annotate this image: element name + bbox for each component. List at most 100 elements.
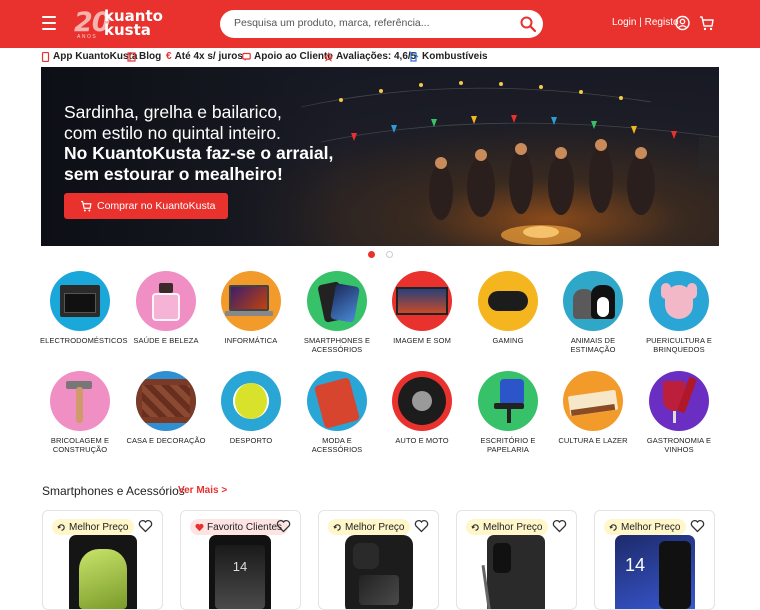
hero-banner[interactable]: Sardinha, grelha e bailarico, com estilo… — [41, 67, 719, 246]
heart-icon[interactable] — [690, 519, 705, 533]
category-bricolagem[interactable]: BRICOLAGEM E CONSTRUÇÃO — [40, 371, 120, 454]
category-label: BRICOLAGEM E CONSTRUÇÃO — [50, 436, 110, 454]
nav-fuel-label: Kombustíveis — [422, 51, 488, 62]
login-register-link[interactable]: Login | Registo — [612, 17, 679, 28]
heart-filled-icon — [195, 523, 204, 531]
nav-blog[interactable]: Blog — [127, 51, 161, 62]
product-card[interactable]: Melhor Preço — [456, 510, 577, 610]
pets-icon — [563, 271, 623, 331]
heart-icon[interactable] — [414, 519, 429, 533]
tennis-ball-icon — [221, 371, 281, 431]
heart-icon[interactable] — [138, 519, 153, 533]
category-gastronomia[interactable]: GASTRONOMIA E VINHOS — [639, 371, 719, 454]
best-price-badge: Melhor Preço — [328, 519, 411, 535]
category-smartphones[interactable]: SMARTPHONES E ACESSÓRIOS — [297, 271, 377, 354]
badge-label: Melhor Preço — [483, 521, 543, 533]
fuel-icon — [410, 51, 419, 62]
category-puericultura[interactable]: PUERICULTURA E BRINQUEDOS — [639, 271, 719, 354]
banner-line-2: com estilo no quintal inteiro. — [64, 123, 281, 143]
book-open-icon — [563, 371, 623, 431]
category-informatica[interactable]: INFORMÁTICA — [211, 271, 291, 345]
category-label: ESCRITÓRIO E PAPELARIA — [480, 436, 536, 454]
heart-icon[interactable] — [276, 519, 291, 533]
carousel-dot[interactable] — [386, 251, 393, 258]
nav-reviews[interactable]: Avaliações: 4,6/5 — [324, 51, 416, 62]
nav-blog-label: Blog — [139, 51, 162, 62]
nav-installments-label: Até 4x s/ juros — [174, 51, 243, 62]
nav-app[interactable]: App KuantoKusta — [41, 51, 137, 62]
search-bar[interactable]: Pesquisa um produto, marca, referência..… — [220, 10, 543, 38]
product-card[interactable]: Favorito Clientes 14 — [180, 510, 301, 610]
plush-icon — [649, 271, 709, 331]
banner-line-1: Sardinha, grelha e bailarico, — [64, 102, 282, 122]
category-animais[interactable]: ANIMAIS DE ESTIMAÇÃO — [553, 271, 633, 354]
cart-icon[interactable] — [699, 15, 714, 31]
product-card[interactable]: Melhor Preço — [42, 510, 163, 610]
category-escritorio[interactable]: ESCRITÓRIO E PAPELARIA — [468, 371, 548, 454]
phone-icon — [41, 51, 50, 62]
office-chair-icon — [478, 371, 538, 431]
category-label: AUTO E MOTO — [395, 436, 449, 445]
heart-icon[interactable] — [552, 519, 567, 533]
refresh-icon — [57, 523, 65, 531]
star-icon — [324, 51, 333, 62]
furniture-icon — [136, 371, 196, 431]
book-icon — [127, 51, 136, 62]
category-label: INFORMÁTICA — [224, 336, 278, 345]
category-label: PUERICULTURA E BRINQUEDOS — [646, 336, 712, 354]
see-more-link[interactable]: Ver Mais > — [178, 485, 227, 496]
category-gaming[interactable]: GAMING — [468, 271, 548, 345]
category-auto[interactable]: AUTO E MOTO — [382, 371, 462, 445]
product-card[interactable]: Melhor Preço — [318, 510, 439, 610]
user-icon[interactable] — [675, 15, 690, 31]
section-title: Smartphones e Acessórios — [42, 484, 185, 498]
category-imagem-som[interactable]: IMAGEM E SOM — [382, 271, 462, 345]
badge-label: Favorito Clientes — [207, 521, 283, 533]
category-moda[interactable]: MODA E ACESSÓRIOS — [297, 371, 377, 454]
category-label: SAÚDE E BELEZA — [133, 336, 199, 345]
carousel-dot-active[interactable] — [368, 251, 375, 258]
nav-fuel[interactable]: Kombustíveis — [410, 51, 488, 62]
wine-icon — [649, 371, 709, 431]
category-saude-beleza[interactable]: SAÚDE E BELEZA — [126, 271, 206, 345]
refresh-icon — [333, 523, 341, 531]
search-input[interactable]: Pesquisa um produto, marca, referência..… — [234, 17, 430, 29]
kuantokusta-logo[interactable]: 20 ANOS kuanto kusta — [74, 7, 164, 40]
search-icon[interactable] — [519, 15, 537, 33]
category-label: DESPORTO — [229, 436, 273, 445]
oven-icon — [50, 271, 110, 331]
best-price-badge: Melhor Preço — [52, 519, 135, 535]
logo-text-2: kusta — [104, 21, 151, 39]
product-card[interactable]: Melhor Preço 14 — [594, 510, 715, 610]
product-image — [69, 535, 137, 609]
badge-label: Melhor Preço — [345, 521, 405, 533]
category-label: GASTRONOMIA E VINHOS — [646, 436, 712, 454]
nav-app-label: App KuantoKusta — [53, 51, 138, 62]
gamepad-icon — [478, 271, 538, 331]
category-cultura[interactable]: CULTURA E LAZER — [553, 371, 633, 445]
banner-cta-button[interactable]: Comprar no KuantoKusta — [64, 193, 228, 219]
badge-label: Melhor Preço — [69, 521, 129, 533]
banner-cta-label: Comprar no KuantoKusta — [97, 200, 216, 212]
top-header: 20 ANOS kuanto kusta Pesquisa um produto… — [0, 0, 760, 48]
category-desporto[interactable]: DESPORTO — [211, 371, 291, 445]
best-price-badge: Melhor Preço — [466, 519, 549, 535]
smartphone-icon — [307, 271, 367, 331]
category-label: MODA E ACESSÓRIOS — [311, 436, 363, 454]
tire-icon — [392, 371, 452, 431]
badge-label: Melhor Preço — [621, 521, 681, 533]
nav-support[interactable]: Apoio ao Cliente — [242, 51, 333, 62]
phone-clock: 14 — [624, 555, 646, 575]
logo-anos: ANOS — [77, 34, 98, 40]
category-electrodomesticos[interactable]: ELECTRODOMÉSTICOS — [40, 271, 127, 345]
category-casa[interactable]: CASA E DECORAÇÃO — [126, 371, 206, 445]
best-price-badge: Melhor Preço — [604, 519, 687, 535]
nav-support-label: Apoio ao Cliente — [254, 51, 333, 62]
phone-clock: 14 — [232, 559, 248, 574]
banner-line-4: sem estourar o mealheiro! — [64, 164, 283, 184]
product-image — [345, 535, 413, 609]
product-image: 14 — [615, 535, 695, 609]
nav-installments[interactable]: € Até 4x s/ juros — [166, 51, 243, 62]
banner-next-arrow[interactable] — [699, 137, 719, 175]
menu-icon[interactable] — [42, 16, 56, 30]
